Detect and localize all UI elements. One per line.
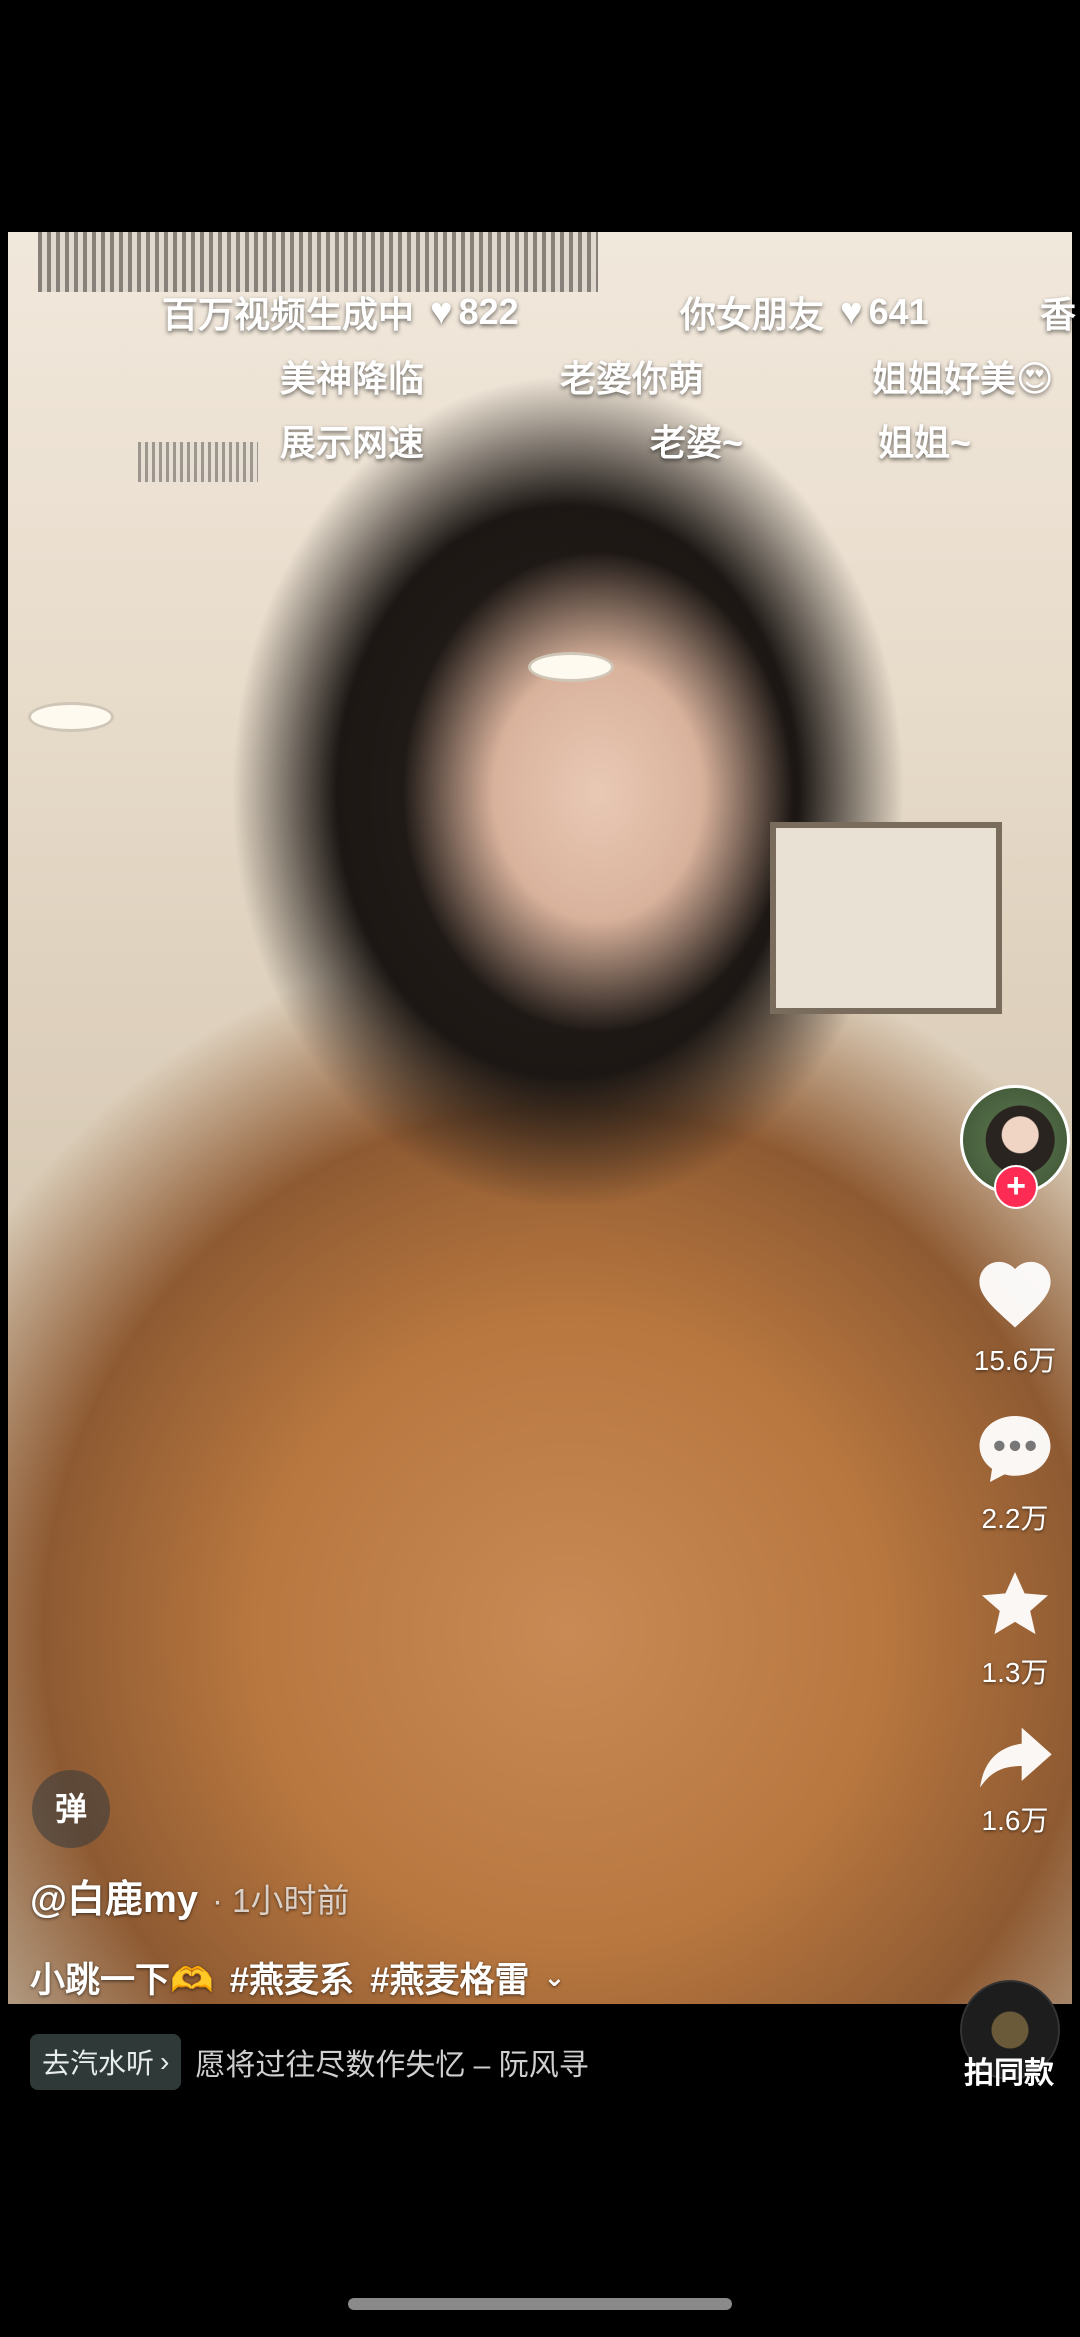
danmaku-comment: 老婆你萌 [560, 350, 704, 402]
favorite-count: 1.3万 [981, 1657, 1049, 1688]
star-icon [981, 1571, 1049, 1635]
danmaku-comment: 美神降临 [280, 350, 424, 402]
danmaku-comment: 展示网速 [280, 414, 424, 466]
comment-button[interactable]: 2.2万 [973, 1409, 1057, 1537]
like-button[interactable]: 15.6万 [973, 1255, 1057, 1379]
chip-label: 去汽水听 [42, 2048, 155, 2079]
video-caption[interactable]: 小跳一下🫶 #燕麦系 #燕麦格雷 ⌄ [30, 1952, 565, 2003]
danmaku-text: 老婆~ [650, 422, 744, 463]
video-player[interactable] [8, 232, 1072, 2004]
post-time: · 1小时前 [211, 1882, 350, 1919]
music-bar: 去汽水听 › 愿将过往尽数作失忆 – 阮风寻 [30, 2034, 589, 2090]
share-arrow-icon [980, 1727, 1052, 1788]
video-screen: 百万视频生成中 ♥ 822 你女朋友 ♥ 641 香 美神降临 老婆你萌 姐姐好… [0, 0, 1080, 2337]
ceiling-vent-small [138, 442, 258, 482]
ceiling-light [28, 702, 114, 732]
danmaku-likes: 641 [868, 291, 929, 332]
danmaku-likes: 822 [458, 291, 519, 332]
author-name[interactable]: @白鹿my [30, 1868, 198, 1923]
danmaku-text: 姐姐好美😍 [872, 358, 1054, 399]
remake-button[interactable]: 拍同款 [964, 2048, 1054, 2092]
share-count: 1.6万 [981, 1805, 1049, 1836]
share-button[interactable]: 1.6万 [975, 1721, 1055, 1839]
follow-button[interactable]: + [994, 1165, 1038, 1209]
home-indicator[interactable] [348, 2298, 732, 2310]
danmaku-text: 姐姐~ [878, 422, 972, 463]
author-avatar-group: + [960, 1085, 1070, 1225]
ceiling-light [528, 652, 614, 682]
danmaku-text: 香 [1040, 294, 1077, 335]
danmaku-text: 美神降临 [280, 358, 425, 399]
danmaku-comment: 你女朋友 ♥ 641 [680, 286, 929, 338]
danmaku-comment: 姐姐~ [878, 414, 971, 466]
caption-text: 小跳一下🫶 [30, 1961, 214, 2000]
hashtag[interactable]: #燕麦系 [230, 1952, 354, 2003]
comment-count: 2.2万 [981, 1503, 1049, 1534]
author-info: @白鹿my · 1小时前 [30, 1868, 350, 1923]
like-count: 15.6万 [973, 1345, 1057, 1376]
danmaku-text: 展示网速 [280, 422, 425, 463]
ceiling-vent [38, 232, 598, 292]
action-column: + 15.6万 2.2万 1.3万 1.6万 [960, 1085, 1070, 1839]
hashtag[interactable]: #燕麦格雷 [370, 1952, 529, 2003]
chevron-right-icon: › [160, 2046, 170, 2077]
danmaku-text: 老婆你萌 [560, 358, 705, 399]
chevron-down-icon[interactable]: ⌄ [544, 1962, 566, 1993]
heart-icon [979, 1261, 1051, 1328]
listen-on-app-button[interactable]: 去汽水听 › [30, 2034, 182, 2090]
favorite-button[interactable]: 1.3万 [975, 1567, 1055, 1691]
danmaku-comment: 香 [1040, 286, 1076, 338]
danmaku-text: 你女朋友 [680, 294, 825, 335]
music-title[interactable]: 愿将过往尽数作失忆 – 阮风寻 [195, 2040, 588, 2084]
background-cabinet [770, 822, 1002, 1014]
heart-icon: ♥ [840, 290, 863, 333]
danmaku-comment: 姐姐好美😍 [872, 350, 1054, 402]
comment-icon [979, 1415, 1051, 1483]
danmaku-toggle-button[interactable]: 弹 [32, 1770, 110, 1848]
danmaku-text: 百万视频生成中 [162, 294, 415, 335]
danmaku-comment: 百万视频生成中 ♥ 822 [162, 286, 519, 338]
danmaku-comment: 老婆~ [650, 414, 743, 466]
heart-icon: ♥ [430, 290, 453, 333]
